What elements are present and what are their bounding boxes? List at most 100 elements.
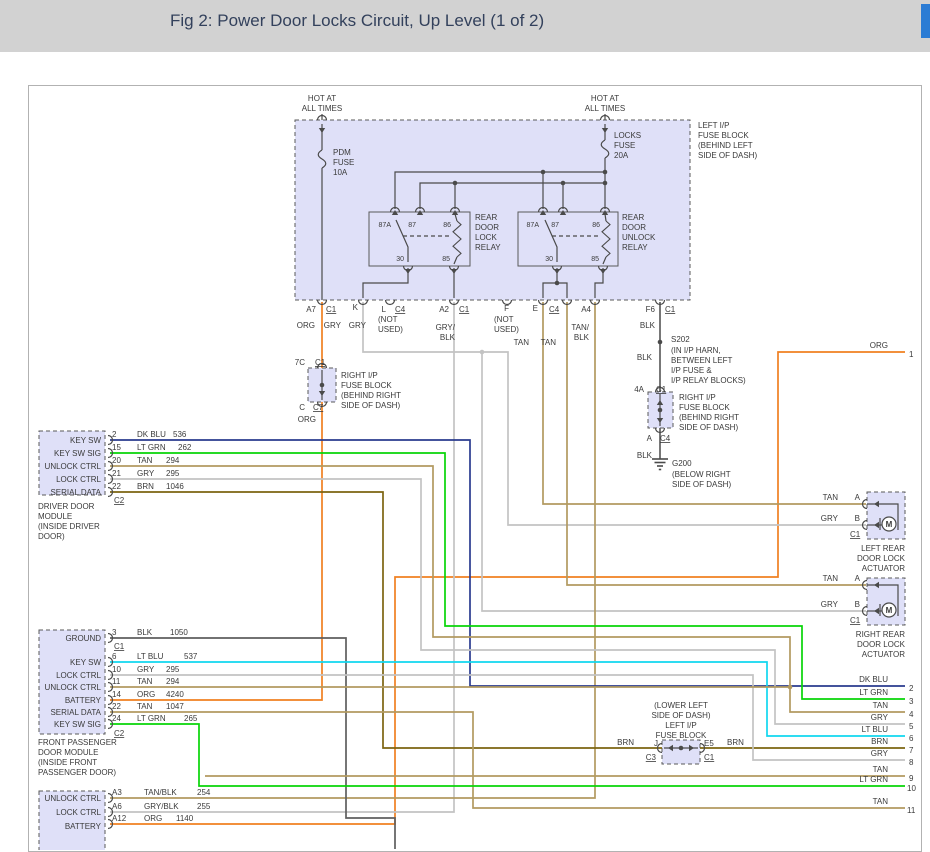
diagram-label: 8 <box>909 758 914 767</box>
diagram-label: 262 <box>178 443 192 452</box>
diagram-label: 295 <box>166 665 180 674</box>
diagram-label: SIDE OF DASH) <box>341 401 400 410</box>
diagram-label: 87A <box>379 222 392 229</box>
diagram-label: UNLOCK CTRL <box>45 462 102 471</box>
diagram-label: LEFT REAR <box>861 544 905 553</box>
diagram-label: A3 <box>112 788 122 797</box>
diagram-label: A <box>855 493 861 502</box>
diagram-label: KEY SW <box>70 436 101 445</box>
diagram-label: 87 <box>408 222 416 229</box>
diagram-label: DOOR LOCK <box>857 640 906 649</box>
diagram-label: GRY <box>821 514 839 523</box>
junction-dot <box>679 746 684 751</box>
diagram-label: FUSE <box>614 141 635 150</box>
diagram-label: 11 <box>112 677 121 686</box>
diagram-label: LOCK <box>475 233 497 242</box>
diagram-label: TAN/ <box>571 323 589 332</box>
diagram-label: 4 <box>909 710 914 719</box>
diagram-label: C1 <box>656 385 667 394</box>
diagram-label: DK BLU <box>137 430 166 439</box>
diagram-label: LT GRN <box>137 714 166 723</box>
diagram-label: 4A <box>634 385 644 394</box>
wire-lt-blu-49 <box>110 662 905 736</box>
diagram-label: DOOR) <box>38 532 65 541</box>
diagram-label: 30 <box>545 256 553 263</box>
diagram-label: FUSE BLOCK <box>341 381 392 390</box>
diagram-label: ACTUATOR <box>862 564 905 573</box>
diagram-label: LT BLU <box>862 725 889 734</box>
diagram-label: E5 <box>704 739 714 748</box>
diagram-label: L <box>382 305 387 314</box>
diagram-label: C1 <box>850 530 861 539</box>
junction-dot <box>658 340 663 345</box>
diagram-label: F6 <box>646 305 656 314</box>
diagram-label: F <box>504 304 509 313</box>
diagram-label: GRY/BLK <box>144 802 179 811</box>
diagram-label: 10 <box>112 665 121 674</box>
diagram-label: 20A <box>614 151 629 160</box>
left-rear-door-lock-actuator <box>867 492 905 539</box>
diagram-label: UNLOCK CTRL <box>45 794 102 803</box>
scrollbar-thumb[interactable] <box>921 4 930 38</box>
diagram-label: A <box>647 434 653 443</box>
wire-brn-46 <box>110 492 662 748</box>
diagram-label: E <box>533 304 538 313</box>
junction-dot <box>480 350 485 355</box>
diagram-label: RIGHT I/P <box>679 393 716 402</box>
diagram-label: A6 <box>112 802 122 811</box>
diagram-label: 85 <box>442 256 450 263</box>
diagram-label: 30 <box>396 256 404 263</box>
diagram-label: ORG <box>298 415 316 424</box>
diagram-label: GRY <box>821 600 839 609</box>
diagram-label: (INSIDE DRIVER <box>38 522 100 531</box>
diagram-label: 2 <box>112 430 117 439</box>
diagram-label: ALL TIMES <box>302 104 342 113</box>
diagram-label: 6 <box>909 734 914 743</box>
diagram-label: (BEHIND RIGHT <box>679 413 739 422</box>
diagram-label: GRY <box>871 749 889 758</box>
diagram-label: 14 <box>112 690 121 699</box>
diagram-label: 15 <box>112 443 121 452</box>
diagram-label: C1 <box>850 616 861 625</box>
diagram-label: (BEHIND RIGHT <box>341 391 401 400</box>
diagram-label: 20 <box>112 456 121 465</box>
diagram-label: C1 <box>704 753 715 762</box>
diagram-label: C2 <box>114 496 125 505</box>
diagram-label: HOT AT <box>308 94 336 103</box>
diagram-label: 4240 <box>166 690 184 699</box>
diagram-label: MODULE <box>38 512 72 521</box>
diagram-label: BLK <box>574 333 590 342</box>
diagram-label: (BEHIND LEFT <box>698 141 753 150</box>
diagram-label: LOCK CTRL <box>56 808 101 817</box>
diagram-label: 7C <box>295 358 305 367</box>
diagram-label: G200 <box>672 459 692 468</box>
diagram-label: LT GRN <box>859 688 888 697</box>
diagram-label: 9 <box>909 774 914 783</box>
diagram-label: GRY <box>137 469 155 478</box>
wire-gry-34 <box>363 302 866 525</box>
diagram-label: RELAY <box>475 243 501 252</box>
connector-pin-arc <box>386 300 395 305</box>
diagram-label: SIDE OF DASH) <box>698 151 757 160</box>
diagram-label: SIDE OF DASH) <box>679 423 738 432</box>
diagram-label: 537 <box>184 652 198 661</box>
diagram-label: 1047 <box>166 702 184 711</box>
diagram-label: A2 <box>439 305 449 314</box>
diagram-label: TAN/BLK <box>144 788 177 797</box>
diagram-label: PASSENGER DOOR) <box>38 768 116 777</box>
junction-dot <box>603 170 608 175</box>
diagram-label: C3 <box>646 753 657 762</box>
diagram-label: A7 <box>306 305 316 314</box>
diagram-label: RIGHT I/P <box>341 371 378 380</box>
diagram-label: KEY SW SIG <box>54 449 101 458</box>
diagram-label: TAN <box>873 765 889 774</box>
diagram-label: LOCK CTRL <box>56 475 101 484</box>
diagram-label: (INSIDE FRONT <box>38 758 97 767</box>
diagram-label: KEY SW SIG <box>54 720 101 729</box>
diagram-label: 1 <box>909 350 914 359</box>
diagram-label: C4 <box>395 305 406 314</box>
diagram-label: LEFT I/P <box>665 721 696 730</box>
junction-dot <box>603 181 608 186</box>
diagram-label: DOOR MODULE <box>38 748 98 757</box>
diagram-label: 255 <box>197 802 211 811</box>
